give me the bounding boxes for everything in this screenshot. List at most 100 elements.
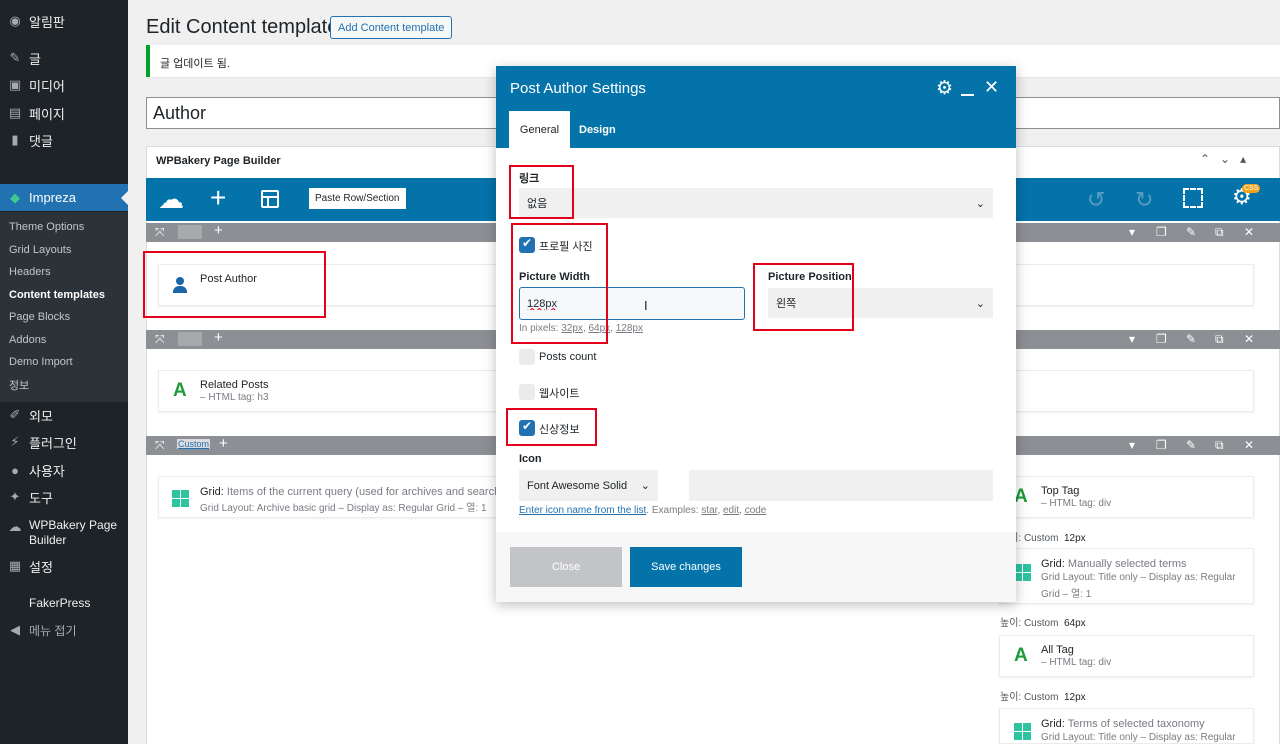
menu-media[interactable]: ▣ 미디어 [0, 72, 128, 98]
menu-settings[interactable]: ▦ 설정 [0, 553, 128, 579]
icon-font-select[interactable]: Font Awesome Solid ⌄ [519, 470, 658, 501]
spacer-height-2[interactable]: 높이: Custom 64px [1000, 614, 1086, 629]
custom-layout-label[interactable]: Custom [177, 439, 211, 449]
add-column-icon[interactable]: + [214, 222, 223, 239]
menu-fakerpress[interactable]: FakerPress [0, 590, 128, 616]
add-element-icon[interactable]: + [210, 183, 226, 213]
submenu-theme-options[interactable]: Theme Options [9, 221, 84, 233]
row-copy-icon[interactable]: ❐ [1156, 225, 1167, 239]
impreza-icon: ◆ [10, 189, 20, 205]
spacer-height-3[interactable]: 높이: Custom 12px [1000, 688, 1086, 703]
active-arrow [121, 191, 128, 205]
row-copy-icon[interactable]: ❐ [1156, 438, 1167, 452]
templates-icon[interactable] [261, 190, 279, 208]
menu-dashboard[interactable]: ◉ 알림판 [0, 8, 128, 34]
icon-example-edit[interactable]: edit [723, 505, 739, 516]
comment-icon: ▮ [11, 132, 19, 147]
layout-icon[interactable] [178, 225, 202, 239]
modal-settings-gear-icon[interactable]: ⚙ [936, 77, 953, 100]
menu-users[interactable]: ● 사용자 [0, 457, 128, 483]
add-column-icon[interactable]: + [219, 435, 228, 452]
icon-example-code[interactable]: code [745, 505, 767, 516]
page-title: Edit Content template [146, 16, 339, 38]
top-tag-element[interactable]: A Top Tag – HTML tag: div [999, 476, 1254, 518]
close-icon[interactable]: ✕ [984, 77, 999, 98]
menu-posts[interactable]: ✎ 글 [0, 45, 128, 71]
minimize-icon[interactable] [961, 94, 974, 96]
menu-comments[interactable]: ▮ 댓글 [0, 127, 128, 153]
icon-list-link[interactable]: Enter icon name from the list [519, 505, 646, 516]
submenu-addons[interactable]: Addons [9, 334, 46, 346]
redo-icon[interactable]: ↻ [1135, 187, 1153, 213]
row-delete-icon[interactable]: ✕ [1244, 438, 1254, 452]
tab-design[interactable]: Design [579, 124, 616, 136]
page-icon: ▤ [8, 105, 22, 120]
submenu-page-blocks[interactable]: Page Blocks [9, 311, 70, 323]
icon-example-star[interactable]: star [701, 505, 717, 516]
row-toggle-icon[interactable]: ▾ [1129, 438, 1135, 452]
move-icon[interactable]: ⤧ [155, 225, 165, 240]
fullscreen-icon[interactable] [1183, 188, 1203, 208]
submenu-demo-import[interactable]: Demo Import [9, 356, 73, 368]
row-delete-icon[interactable]: ✕ [1244, 225, 1254, 239]
pin-icon: ✎ [9, 50, 21, 65]
website-checkbox[interactable] [519, 384, 535, 400]
grid-element-current-query[interactable]: Grid: Items of the current query (used f… [158, 476, 518, 518]
tab-general[interactable]: General [509, 111, 570, 149]
menu-collapse[interactable]: ◀ 메뉴 접기 [0, 617, 128, 643]
all-tag-element[interactable]: A All Tag – HTML tag: div [999, 635, 1254, 677]
layout-icon[interactable] [178, 332, 202, 346]
row-toggle-icon[interactable]: ▾ [1129, 332, 1135, 346]
row-edit-icon[interactable]: ✎ [1186, 225, 1196, 239]
add-content-template-button[interactable]: Add Content template [330, 16, 453, 39]
menu-plugins[interactable]: ⚡ 플러그인 [0, 429, 128, 455]
brush-icon: ✐ [9, 407, 21, 422]
move-icon[interactable]: ⤧ [155, 332, 165, 347]
box-controls[interactable]: ⌃⌄▴ [1200, 152, 1256, 166]
menu-appearance[interactable]: ✐ 외모 [0, 402, 128, 428]
wpbakery-title: WPBakery Page Builder [156, 155, 281, 167]
paste-row-button[interactable]: Paste Row/Section [309, 188, 406, 209]
grid-element-taxonomy[interactable]: Grid: Terms of selected taxonomy Grid La… [999, 708, 1254, 744]
row-copy-icon[interactable]: ❐ [1156, 332, 1167, 346]
icon-hint: Enter icon name from the list. Examples:… [519, 505, 767, 516]
grid-element-manual-terms[interactable]: Grid: Manually selected terms Grid Layou… [999, 548, 1254, 604]
wrench-icon: ✦ [9, 489, 21, 504]
submenu-info[interactable]: 정보 [9, 377, 29, 393]
collapse-icon: ◀ [10, 622, 20, 637]
row-clone-icon[interactable]: ⧉ [1215, 225, 1224, 240]
menu-impreza[interactable]: ◆ Impreza [0, 184, 128, 211]
row-clone-icon[interactable]: ⧉ [1215, 332, 1224, 347]
chevron-down-icon: ⌄ [975, 197, 985, 210]
hint-size-128[interactable]: 128px [616, 323, 643, 334]
submenu-grid-layouts[interactable]: Grid Layouts [9, 244, 71, 256]
submenu-headers[interactable]: Headers [9, 266, 51, 278]
submenu-content-templates[interactable]: Content templates [9, 289, 105, 301]
move-icon[interactable]: ⤧ [155, 438, 165, 453]
close-button[interactable]: Close [510, 547, 622, 587]
link-select[interactable]: 없음 ⌄ [519, 188, 993, 218]
chevron-down-icon: ⌄ [640, 480, 650, 492]
plugin-icon: ⚡ [10, 434, 20, 449]
row-edit-icon[interactable]: ✎ [1186, 438, 1196, 452]
undo-icon[interactable]: ↺ [1087, 187, 1105, 213]
menu-tools[interactable]: ✦ 도구 [0, 484, 128, 510]
menu-pages[interactable]: ▤ 페이지 [0, 100, 128, 126]
add-column-icon[interactable]: + [214, 329, 223, 346]
icon-name-input[interactable] [689, 470, 993, 501]
text-element-icon: A [1014, 486, 1028, 507]
row-delete-icon[interactable]: ✕ [1244, 332, 1254, 346]
row-clone-icon[interactable]: ⧉ [1215, 438, 1224, 453]
settings-icon: ▦ [8, 558, 22, 573]
grid-icon [1014, 564, 1031, 581]
menu-wpbakery[interactable]: ☁ WPBakery Page Builder [0, 518, 128, 548]
text-element-icon: A [1014, 645, 1028, 666]
website-label: 웹사이트 [539, 388, 580, 400]
dashboard-icon: ◉ [9, 13, 21, 28]
posts-count-checkbox[interactable] [519, 349, 535, 365]
wpbakery-logo-icon[interactable]: ☁ [158, 186, 184, 212]
highlight-post-author [143, 251, 326, 318]
row-toggle-icon[interactable]: ▾ [1129, 225, 1135, 239]
row-edit-icon[interactable]: ✎ [1186, 332, 1196, 346]
save-changes-button[interactable]: Save changes [630, 547, 742, 587]
